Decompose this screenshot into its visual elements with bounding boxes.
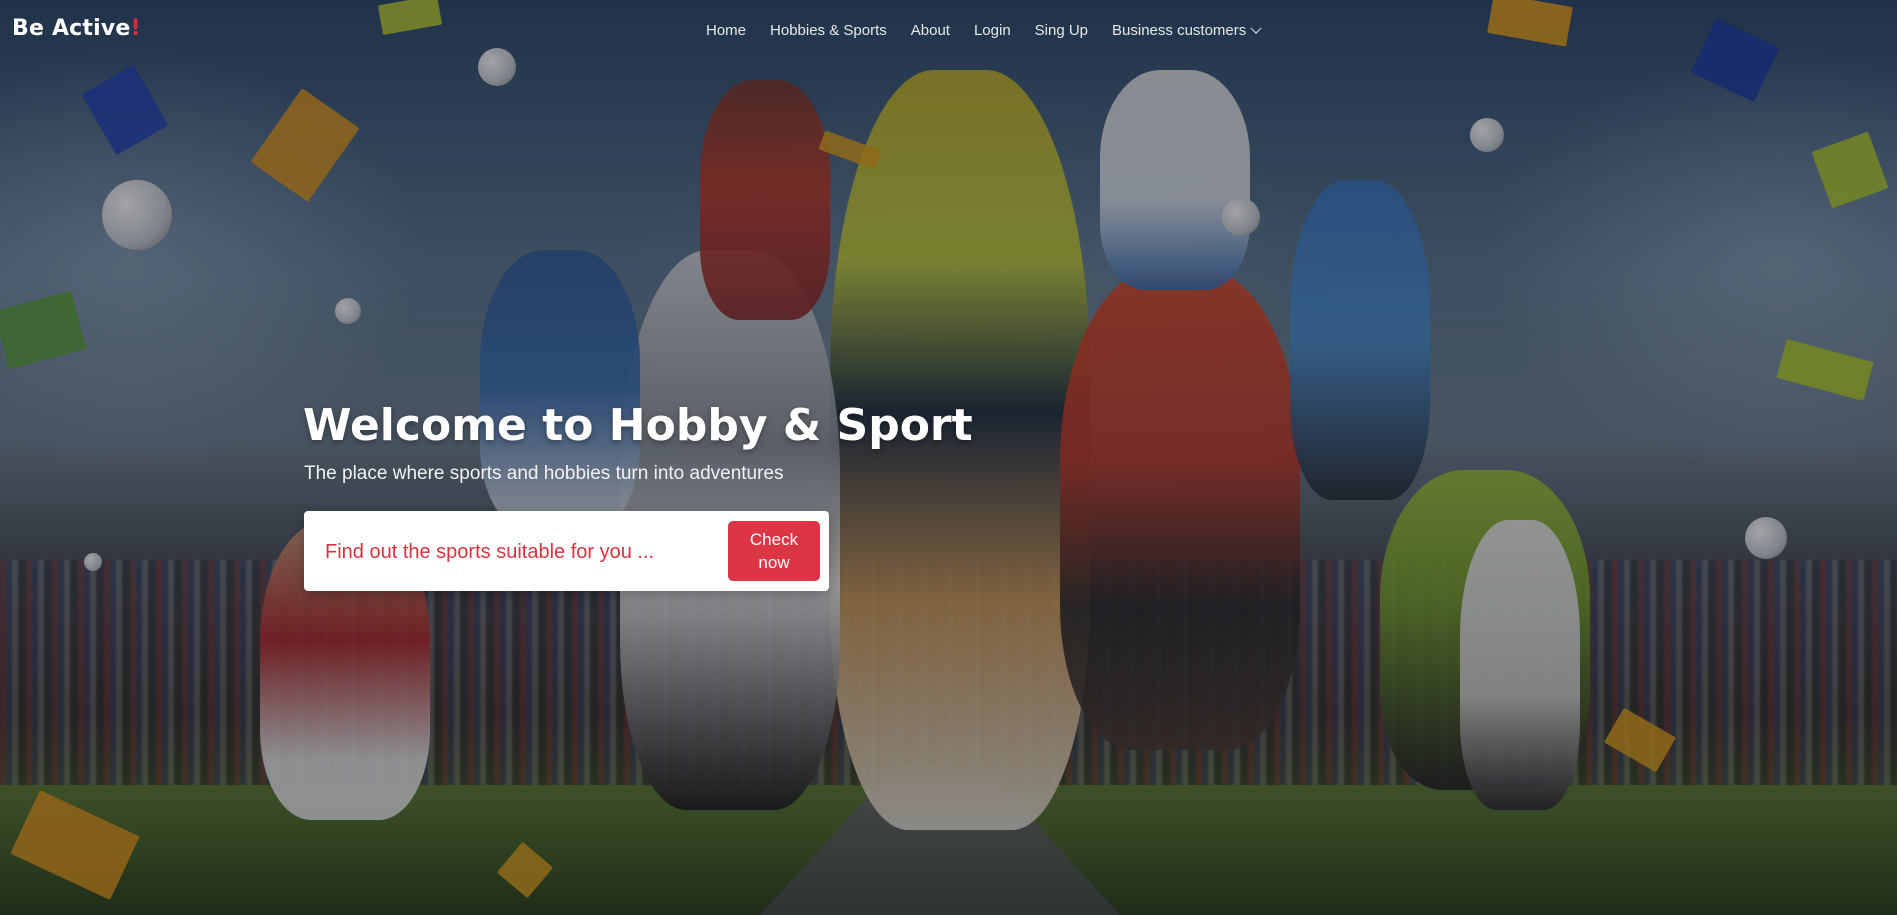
nav-link-hobbies-sports[interactable]: Hobbies & Sports <box>770 22 887 39</box>
nav-links: Home Hobbies & Sports About Login Sing U… <box>706 22 1284 39</box>
brand-logo[interactable]: Be Active! <box>12 16 141 41</box>
brand-mark: ! <box>130 16 141 41</box>
nav-dropdown-business-customers[interactable]: Business customers <box>1112 22 1262 39</box>
check-now-button[interactable]: Check now <box>728 521 820 581</box>
background-overlay <box>0 0 1897 915</box>
hero-subtitle: The place where sports and hobbies turn … <box>304 463 784 484</box>
nav-link-sign-up[interactable]: Sing Up <box>1035 22 1088 39</box>
navbar: Be Active! Home Hobbies & Sports About L… <box>0 0 1897 64</box>
search-box: Check now <box>304 511 829 591</box>
search-input[interactable] <box>314 525 697 579</box>
nav-link-about[interactable]: About <box>911 22 950 39</box>
chevron-down-icon <box>1250 22 1262 34</box>
hero-title: Welcome to Hobby & Sport <box>303 400 973 451</box>
brand-name: Be Active <box>12 16 131 41</box>
hero-section: Be Active! Home Hobbies & Sports About L… <box>0 0 1897 915</box>
nav-link-login[interactable]: Login <box>974 22 1011 39</box>
nav-link-home[interactable]: Home <box>706 22 746 39</box>
nav-dropdown-label: Business customers <box>1112 22 1247 39</box>
